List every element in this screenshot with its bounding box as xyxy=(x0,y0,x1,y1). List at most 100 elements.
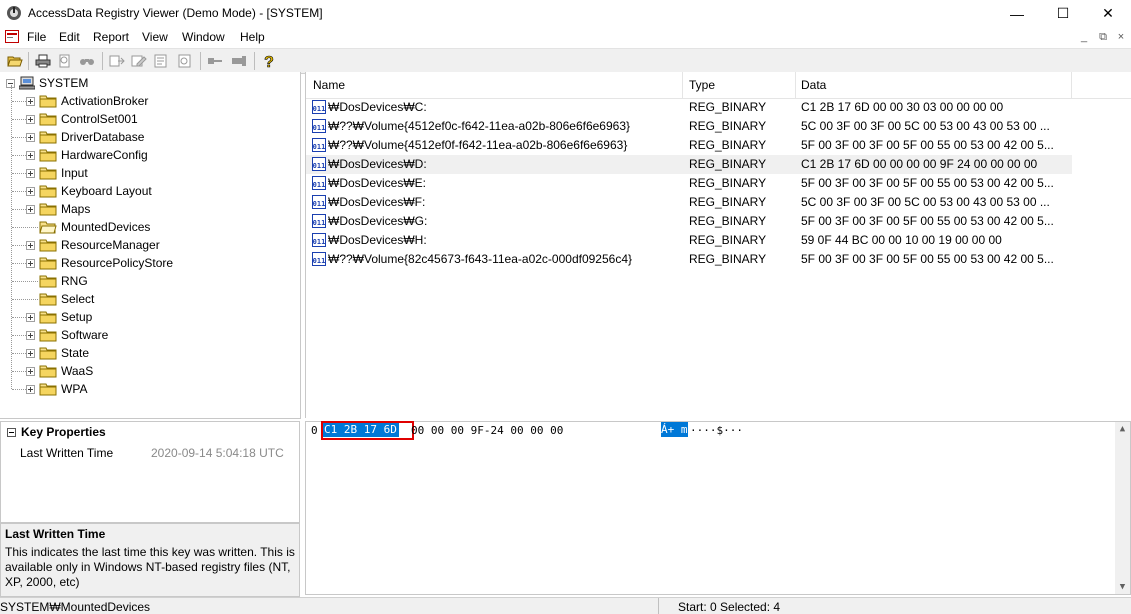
description-title: Last Written Time xyxy=(5,527,106,541)
export-button[interactable] xyxy=(108,52,126,70)
toolbar-separator xyxy=(102,52,103,70)
tree-label: SYSTEM xyxy=(39,76,89,90)
expand-icon[interactable] xyxy=(26,132,35,142)
folder-icon xyxy=(39,257,57,270)
column-type[interactable]: Type xyxy=(689,78,715,92)
key-properties-header[interactable]: Key Properties xyxy=(7,425,106,439)
folder-icon xyxy=(39,293,57,306)
list-item[interactable]: 011 ₩DosDevices₩G: REG_BINARY 5F 00 3F 00 3… xyxy=(306,212,1072,231)
folder-icon xyxy=(39,311,57,324)
list-item[interactable]: 011 ₩DosDevices₩D: REG_BINARY C1 2B 17 6D 0… xyxy=(306,155,1072,174)
close-button[interactable]: ✕ xyxy=(1085,0,1131,27)
list-item[interactable]: 011 ₩??₩Volume{4512ef0c-f642-11ea-a02b-80… xyxy=(306,117,1072,136)
tree-item[interactable]: Input xyxy=(26,164,88,182)
tree-item[interactable]: Maps xyxy=(26,200,90,218)
column-resize-handle[interactable] xyxy=(682,72,683,98)
hex-remaining-bytes[interactable]: 00 00 00 9F-24 00 00 00 xyxy=(411,424,563,437)
value-name: ₩DosDevices₩G: xyxy=(328,214,428,228)
tree-item[interactable]: ActivationBroker xyxy=(26,92,148,110)
list-item[interactable]: 011 ₩DosDevices₩C: REG_BINARY C1 2B 17 6D 0… xyxy=(306,98,1072,117)
tree-item[interactable]: Keyboard Layout xyxy=(26,182,152,200)
scroll-up-icon[interactable]: ▲ xyxy=(1115,422,1130,436)
report-button[interactable] xyxy=(152,52,170,70)
expand-icon[interactable] xyxy=(26,96,35,106)
list-item[interactable]: 011 ₩DosDevices₩E: REG_BINARY 5F 00 3F 00 3… xyxy=(306,174,1072,193)
properties-icon xyxy=(178,54,191,68)
expand-icon[interactable] xyxy=(26,348,35,358)
list-item[interactable]: 011 ₩??₩Volume{4512ef0f-f642-11ea-a02b-80… xyxy=(306,136,1072,155)
status-bar: SYSTEM₩MountedDevices Start: 0 Selected:… xyxy=(0,597,1131,614)
expand-icon[interactable] xyxy=(26,168,35,178)
print-button[interactable] xyxy=(34,52,52,70)
tree-item[interactable]: Software xyxy=(26,326,108,344)
expand-icon[interactable] xyxy=(26,150,35,160)
expand-icon[interactable] xyxy=(26,204,35,214)
expand-icon[interactable] xyxy=(26,114,35,124)
tree-item[interactable]: DriverDatabase xyxy=(26,128,144,146)
mdi-minimize-button[interactable]: _ xyxy=(1077,31,1091,44)
tree-label: HardwareConfig xyxy=(61,148,148,162)
column-data[interactable]: Data xyxy=(801,78,826,92)
minimize-button[interactable]: — xyxy=(994,0,1040,27)
expand-icon[interactable] xyxy=(26,312,35,322)
tree-label: MountedDevices xyxy=(61,220,151,234)
expand-icon[interactable] xyxy=(26,384,35,394)
column-resize-handle[interactable] xyxy=(1071,72,1072,98)
tree-item[interactable]: MountedDevices xyxy=(26,218,150,236)
expand-icon[interactable] xyxy=(26,240,35,250)
tree-guide-line xyxy=(12,371,26,372)
tree-item[interactable]: WaaS xyxy=(26,362,93,380)
edit-button[interactable] xyxy=(130,52,148,70)
binary-value-icon: 011 xyxy=(312,233,326,247)
value-button[interactable] xyxy=(230,52,248,70)
menu-window[interactable]: Window xyxy=(182,30,225,44)
menu-help[interactable]: Help xyxy=(240,30,265,44)
help-button[interactable]: ? xyxy=(260,52,278,70)
ascii-selected[interactable]: Á+ m xyxy=(661,422,688,437)
ascii-rest[interactable]: ····$··· xyxy=(690,424,743,437)
expand-icon[interactable] xyxy=(26,258,35,268)
tree-item[interactable]: RNG xyxy=(26,272,88,290)
hex-scrollbar[interactable]: ▲ ▼ xyxy=(1115,422,1130,594)
column-name[interactable]: Name xyxy=(313,78,345,92)
values-list[interactable]: Name Type Data 011 ₩DosDevices₩C: REG_BINA… xyxy=(305,72,1131,418)
expand-icon[interactable] xyxy=(26,186,35,196)
expand-icon[interactable] xyxy=(26,330,35,340)
scroll-down-icon[interactable]: ▼ xyxy=(1115,580,1130,594)
maximize-button[interactable]: ☐ xyxy=(1040,0,1086,27)
tree-item[interactable]: State xyxy=(26,344,89,362)
hex-viewer[interactable]: 0 C1 2B 17 6D 00 00 00 9F-24 00 00 00 Á+… xyxy=(305,421,1131,595)
menu-edit[interactable]: Edit xyxy=(59,30,80,44)
open-button[interactable] xyxy=(6,52,24,70)
key-button[interactable] xyxy=(206,52,224,70)
help-question-icon: ? xyxy=(264,54,274,69)
column-resize-handle[interactable] xyxy=(795,72,796,98)
tree-root-system[interactable]: SYSTEM xyxy=(6,74,88,92)
properties-button[interactable] xyxy=(176,52,194,70)
menu-report[interactable]: Report xyxy=(93,30,129,44)
tree-item[interactable]: ResourcePolicyStore xyxy=(26,254,173,272)
menu-file[interactable]: File xyxy=(27,30,46,44)
mdi-restore-button[interactable]: ⧉ xyxy=(1096,31,1110,44)
expand-icon[interactable] xyxy=(26,366,35,376)
tree-label: Maps xyxy=(61,202,91,216)
document-icon[interactable] xyxy=(5,30,19,43)
list-item[interactable]: 011 ₩DosDevices₩H: REG_BINARY 59 0F 44 BC 0… xyxy=(306,231,1072,250)
status-divider xyxy=(658,598,659,614)
list-item[interactable]: 011 ₩DosDevices₩F: REG_BINARY 5C 00 3F 00 3… xyxy=(306,193,1072,212)
mdi-close-button[interactable]: × xyxy=(1114,31,1128,44)
print-preview-button[interactable] xyxy=(56,52,74,70)
print-icon xyxy=(35,54,51,68)
tree-item[interactable]: ResourceManager xyxy=(26,236,160,254)
registry-tree[interactable]: SYSTEM ActivationBroker ControlSet001 Driv… xyxy=(0,72,301,419)
list-item[interactable]: 011 ₩??₩Volume{82c45673-f643-11ea-a02c-00… xyxy=(306,250,1072,269)
tree-item[interactable]: WPA xyxy=(26,380,87,398)
tree-item[interactable]: ControlSet001 xyxy=(26,110,138,128)
tree-item[interactable]: Select xyxy=(26,290,94,308)
find-button[interactable] xyxy=(78,52,96,70)
menu-view[interactable]: View xyxy=(142,30,168,44)
tree-item[interactable]: Setup xyxy=(26,308,92,326)
collapse-icon[interactable] xyxy=(7,427,16,437)
tree-item[interactable]: HardwareConfig xyxy=(26,146,148,164)
folder-icon xyxy=(39,347,57,360)
